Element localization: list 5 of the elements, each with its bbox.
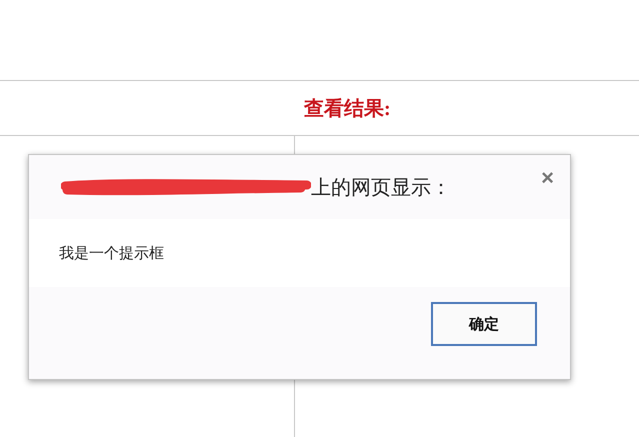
dialog-message: 我是一个提示框 — [59, 244, 164, 262]
result-heading: 查看结果: — [304, 96, 391, 122]
close-button[interactable]: × — [537, 167, 558, 189]
ok-button[interactable]: 确定 — [431, 302, 537, 346]
dialog-title: 上的网页显示： — [311, 174, 451, 200]
